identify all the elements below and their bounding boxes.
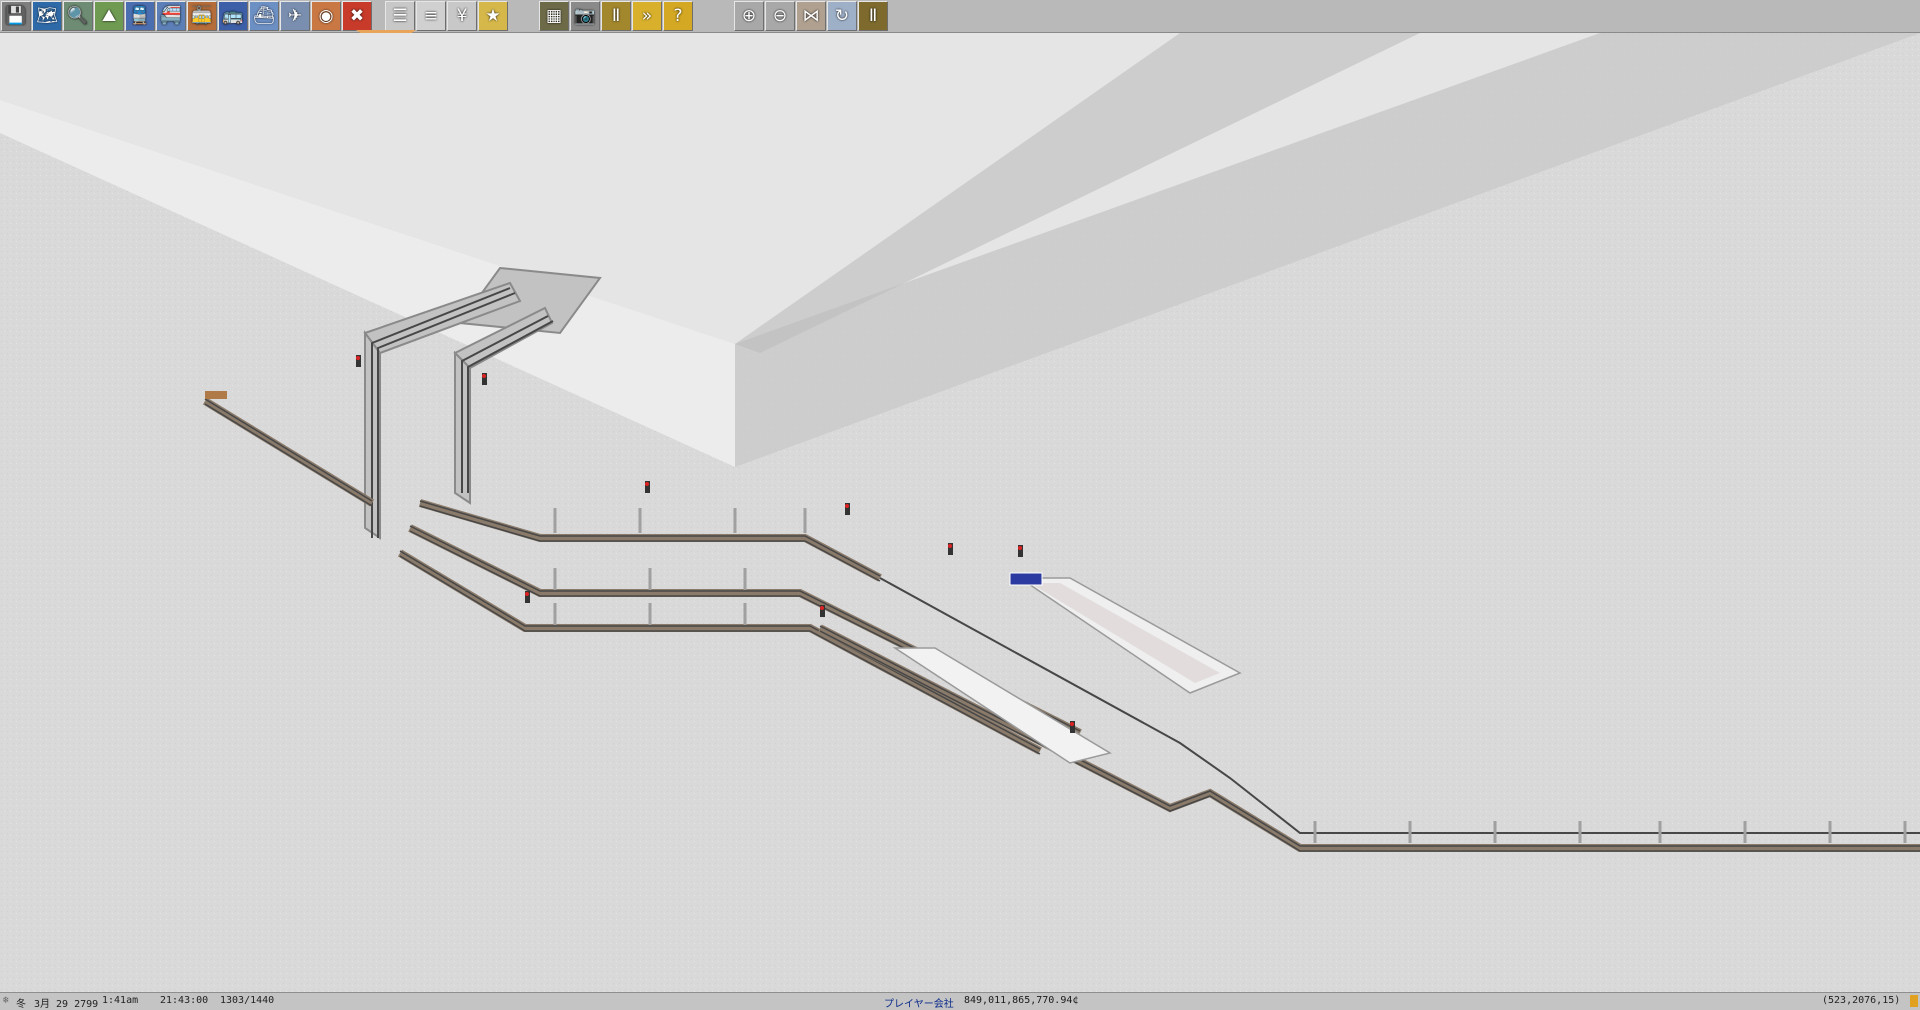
- grid-toggle-button[interactable]: ⋈: [796, 1, 826, 31]
- buffer-stop: [205, 391, 227, 399]
- fast-forward-button[interactable]: »: [632, 1, 662, 31]
- finance-button[interactable]: ¥: [447, 1, 477, 31]
- finance-icon: ¥: [456, 5, 468, 26]
- terrain-slope-icon: ⛰: [101, 5, 117, 26]
- monorail-tools-button[interactable]: 🚝: [156, 1, 186, 31]
- pause-icon: Ⅱ: [611, 5, 621, 26]
- station-name-sign: [1009, 572, 1043, 586]
- game-world-view[interactable]: [0, 33, 1920, 992]
- rotate-view-button[interactable]: ↻: [827, 1, 857, 31]
- toolbar-group-3: ▦ 📷 Ⅱ »?: [538, 0, 693, 32]
- status-clock: 1:41am: [102, 995, 139, 1006]
- screenshot-camera-icon: 📷: [574, 5, 596, 26]
- remove-x-button[interactable]: ✖: [342, 1, 372, 31]
- terrain-slope-button[interactable]: ⛰: [94, 1, 124, 31]
- status-coordinates: (523,2076,15): [1822, 995, 1901, 1006]
- magnifier-button[interactable]: 🔍: [63, 1, 93, 31]
- line-management-icon: ☰: [392, 5, 408, 26]
- status-company-name: プレイヤー会社: [884, 999, 954, 1010]
- monorail-tools-icon: 🚝: [160, 5, 182, 26]
- warning-icon: [1910, 995, 1918, 1007]
- ship-tools-button[interactable]: ⛴: [249, 1, 279, 31]
- player-list-button[interactable]: ★: [478, 1, 508, 31]
- magnifier-icon: 🔍: [67, 5, 89, 26]
- special-construction-button[interactable]: ◉: [311, 1, 341, 31]
- road-vehicle-tools-button[interactable]: 🚌: [218, 1, 248, 31]
- zoom-in-button[interactable]: ⊕: [734, 1, 764, 31]
- line-management-button[interactable]: ☰: [385, 1, 415, 31]
- status-ticks: 21:43:00: [160, 995, 209, 1006]
- scenery-icon: ▦: [545, 5, 563, 26]
- special-construction-icon: ◉: [318, 5, 334, 26]
- zoom-out-icon: ⊖: [772, 5, 788, 26]
- convoy-list-button[interactable]: ≡: [416, 1, 446, 31]
- remove-x-icon: ✖: [349, 5, 365, 26]
- convoy-list-icon: ≡: [423, 5, 439, 26]
- toolbar-group-4: ⊕ ⊖ ⋈ ↻ Ⅱ: [733, 0, 888, 32]
- zoom-out-button[interactable]: ⊖: [765, 1, 795, 31]
- zoom-in-icon: ⊕: [741, 5, 757, 26]
- ship-tools-icon: ⛴: [253, 5, 275, 26]
- rotate-view-icon: ↻: [834, 5, 850, 26]
- tram-tools-button[interactable]: 🚋: [187, 1, 217, 31]
- scenery-button[interactable]: ▦: [539, 1, 569, 31]
- status-date: 3月 29 2799: [34, 999, 99, 1010]
- toolbar-group-1: 💾 🗺 🔍 ⛰ 🚆 🚝 🚋 🚌 ⛴ ✈ ◉ ✖: [0, 0, 372, 32]
- save-disk-button[interactable]: 💾: [1, 1, 31, 31]
- help-icon: ?: [673, 5, 683, 26]
- airplane-tools-button[interactable]: ✈: [280, 1, 310, 31]
- player-list-icon: ★: [485, 5, 501, 26]
- train-tools-icon: 🚆: [129, 5, 151, 26]
- pause-toggle-icon: Ⅱ: [868, 5, 878, 26]
- grid-toggle-icon: ⋈: [802, 5, 820, 26]
- status-season: 冬: [16, 999, 26, 1010]
- tram-tools-icon: 🚋: [191, 5, 213, 26]
- map-icon: 🗺: [36, 5, 58, 26]
- status-money: 849,011,865,770.94¢: [964, 995, 1079, 1006]
- road-vehicle-tools-icon: 🚌: [222, 5, 244, 26]
- save-disk-icon: 💾: [5, 5, 27, 26]
- pause-toggle-button[interactable]: Ⅱ: [858, 1, 888, 31]
- train-tools-button[interactable]: 🚆: [125, 1, 155, 31]
- help-button[interactable]: ?: [663, 1, 693, 31]
- screenshot-camera-button[interactable]: 📷: [570, 1, 600, 31]
- fast-forward-icon: »: [641, 5, 653, 26]
- snowflake-icon: ❄: [3, 995, 10, 1006]
- main-toolbar: 💾 🗺 🔍 ⛰ 🚆 🚝 🚋 🚌 ⛴ ✈ ◉ ✖ ☰ ≡ ¥ ★ ▦ 📷 Ⅱ »? ⊕ ⊖ ⋈ ↻ Ⅱ: [0, 0, 1920, 33]
- airplane-tools-icon: ✈: [287, 5, 303, 26]
- status-bar: ❄ 冬 3月 29 2799 1:41am 21:43:00 1303/1440…: [0, 992, 1920, 1010]
- toolbar-group-2: ☰ ≡ ¥ ★: [384, 0, 508, 32]
- status-fps: 1303/1440: [220, 995, 275, 1006]
- pause-button[interactable]: Ⅱ: [601, 1, 631, 31]
- map-button[interactable]: 🗺: [32, 1, 62, 31]
